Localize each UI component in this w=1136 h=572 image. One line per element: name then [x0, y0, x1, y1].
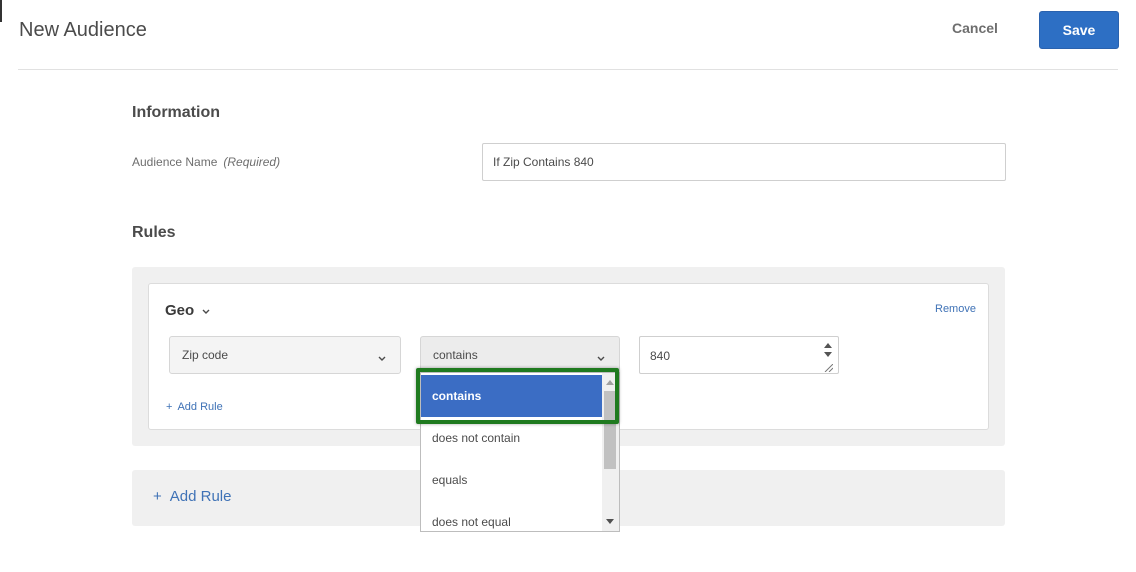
attribute-select-value: Zip code — [182, 348, 229, 362]
add-rule-inner-label: Add Rule — [177, 401, 223, 413]
spin-up-icon[interactable] — [824, 343, 832, 348]
plus-icon: + — [166, 401, 173, 413]
header: New Audience Cancel Save — [0, 0, 1136, 70]
add-rule-outer-link[interactable]: + Add Rule — [153, 488, 231, 505]
plus-icon: + — [153, 488, 162, 505]
cancel-button[interactable]: Cancel — [952, 20, 998, 40]
chevron-down-icon — [597, 351, 605, 365]
rules-section-title: Rules — [132, 224, 176, 241]
attribute-select[interactable]: Zip code — [169, 336, 401, 374]
rule-value-input[interactable]: 840 — [639, 336, 839, 374]
scroll-down-icon[interactable] — [606, 519, 614, 524]
geo-group-title: Geo — [165, 302, 195, 319]
audience-name-label-text: Audience Name — [132, 155, 218, 169]
operator-select[interactable]: contains — [420, 336, 620, 374]
add-rule-inner-link[interactable]: + Add Rule — [166, 401, 223, 413]
save-button[interactable]: Save — [1039, 11, 1119, 49]
rule-value-text: 840 — [650, 349, 671, 363]
page-title: New Audience — [19, 19, 147, 41]
dropdown-option-does-not-equal[interactable]: does not equal — [421, 501, 603, 531]
add-rule-outer-label: Add Rule — [169, 488, 232, 505]
dropdown-option-equals[interactable]: equals — [421, 459, 603, 501]
chevron-down-icon — [378, 351, 386, 365]
operator-select-value: contains — [433, 348, 478, 362]
remove-rule-link[interactable]: Remove — [935, 303, 976, 315]
scroll-up-icon[interactable] — [606, 380, 614, 385]
audience-name-input[interactable] — [482, 143, 1006, 181]
scrollbar-thumb[interactable] — [604, 391, 616, 469]
operator-dropdown-list[interactable]: contains does not contain equals does no… — [420, 372, 620, 532]
header-divider — [18, 69, 1118, 70]
spin-down-icon[interactable] — [824, 352, 832, 357]
information-section-title: Information — [132, 104, 220, 121]
number-spinner[interactable] — [822, 340, 834, 372]
chevron-down-icon — [202, 302, 210, 319]
audience-name-label: Audience Name (Required) — [132, 155, 280, 169]
dropdown-option-contains[interactable]: contains — [421, 375, 603, 417]
dropdown-scrollbar[interactable] — [602, 373, 619, 531]
dropdown-option-does-not-contain[interactable]: does not contain — [421, 417, 603, 459]
resize-grip-icon[interactable] — [823, 364, 833, 372]
required-hint: (Required) — [223, 155, 281, 169]
geo-group-toggle[interactable]: Geo — [165, 302, 210, 319]
